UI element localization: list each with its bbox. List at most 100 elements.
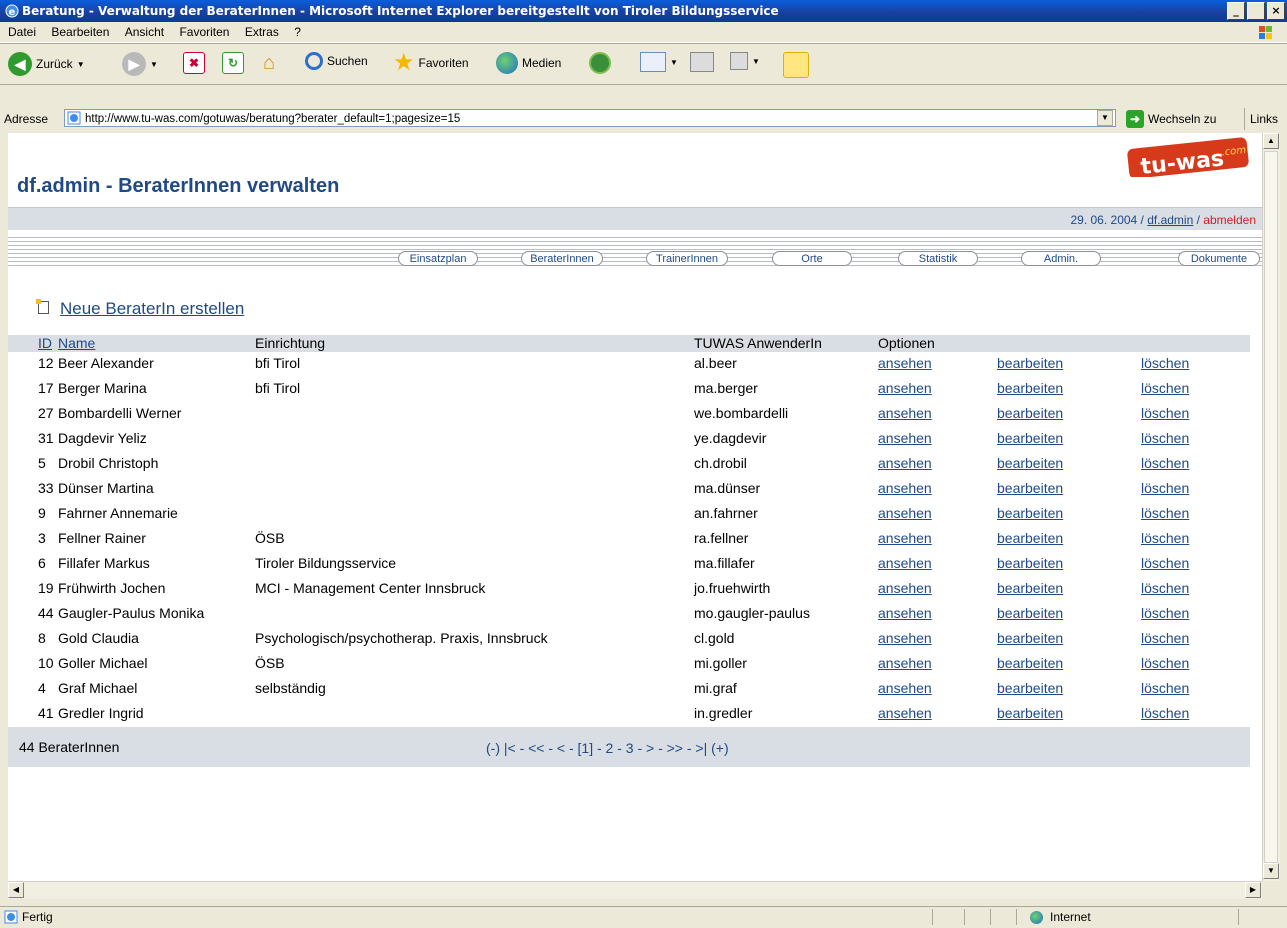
logout-link[interactable]: abmelden: [1203, 213, 1256, 227]
delete-link[interactable]: löschen: [1141, 705, 1189, 721]
new-berater-link[interactable]: Neue BeraterIn erstellen: [60, 299, 244, 319]
edit-link[interactable]: bearbeiten: [997, 705, 1063, 721]
view-link[interactable]: ansehen: [878, 630, 932, 646]
menu-favoriten[interactable]: Favoriten: [173, 22, 235, 42]
nav-dokumente[interactable]: Dokumente: [1178, 251, 1260, 266]
view-link[interactable]: ansehen: [878, 505, 932, 521]
view-link[interactable]: ansehen: [878, 655, 932, 671]
view-link[interactable]: ansehen: [878, 355, 932, 371]
cell-name: Dagdevir Yeliz: [58, 430, 147, 446]
edit-link[interactable]: bearbeiten: [997, 530, 1063, 546]
scroll-right-button[interactable]: ▶: [1245, 882, 1261, 898]
nav-orte[interactable]: Orte: [772, 251, 852, 266]
edit-link[interactable]: bearbeiten: [997, 480, 1063, 496]
sort-id-link[interactable]: ID: [38, 335, 52, 352]
delete-link-cell: löschen: [1141, 505, 1189, 522]
delete-link[interactable]: löschen: [1141, 580, 1189, 596]
delete-link[interactable]: löschen: [1141, 605, 1189, 621]
nav-statistik[interactable]: Statistik: [898, 251, 978, 266]
home-button[interactable]: ⌂: [257, 52, 281, 74]
menu-extras[interactable]: Extras: [239, 22, 285, 42]
edit-link[interactable]: bearbeiten: [997, 505, 1063, 521]
view-link[interactable]: ansehen: [878, 605, 932, 621]
delete-link[interactable]: löschen: [1141, 655, 1189, 671]
media-icon: [496, 52, 518, 74]
stop-button[interactable]: ✖: [183, 52, 205, 74]
view-link[interactable]: ansehen: [878, 555, 932, 571]
favorites-button[interactable]: ★ Favoriten: [393, 51, 469, 75]
view-link[interactable]: ansehen: [878, 455, 932, 471]
edit-button[interactable]: ▼: [730, 52, 760, 70]
delete-link[interactable]: löschen: [1141, 480, 1189, 496]
view-link[interactable]: ansehen: [878, 530, 932, 546]
edit-link[interactable]: bearbeiten: [997, 405, 1063, 421]
back-button[interactable]: ◀ Zurück ▼: [8, 52, 85, 76]
view-link[interactable]: ansehen: [878, 580, 932, 596]
cell-id: 31: [38, 430, 54, 446]
delete-link[interactable]: löschen: [1141, 530, 1189, 546]
go-button[interactable]: ➜ Wechseln zu: [1126, 108, 1216, 130]
delete-link[interactable]: löschen: [1141, 430, 1189, 446]
edit-link[interactable]: bearbeiten: [997, 580, 1063, 596]
edit-link[interactable]: bearbeiten: [997, 655, 1063, 671]
mail-button[interactable]: ▼: [640, 52, 678, 72]
scroll-thumb[interactable]: [1264, 151, 1278, 863]
pagination[interactable]: (-) |< - << - < - [1] - 2 - 3 - > - >> -…: [486, 740, 729, 756]
view-link[interactable]: ansehen: [878, 705, 932, 721]
edit-link[interactable]: bearbeiten: [997, 555, 1063, 571]
user-link[interactable]: df.admin: [1147, 213, 1193, 227]
menu-bearbeiten[interactable]: Bearbeiten: [45, 22, 115, 42]
close-button[interactable]: ×: [1267, 2, 1285, 20]
nav-einsatzplan[interactable]: Einsatzplan: [398, 251, 478, 266]
messenger-button[interactable]: [783, 52, 809, 78]
edit-link[interactable]: bearbeiten: [997, 380, 1063, 396]
delete-link[interactable]: löschen: [1141, 380, 1189, 396]
sort-name-link[interactable]: Name: [58, 335, 95, 352]
delete-link[interactable]: löschen: [1141, 405, 1189, 421]
vertical-scrollbar[interactable]: ▲ ▼: [1262, 133, 1280, 881]
scroll-left-button[interactable]: ◀: [8, 882, 24, 898]
search-button[interactable]: Suchen: [305, 52, 368, 70]
edit-link[interactable]: bearbeiten: [997, 455, 1063, 471]
print-button[interactable]: [690, 52, 714, 72]
edit-link[interactable]: bearbeiten: [997, 355, 1063, 371]
edit-link-cell: bearbeiten: [997, 555, 1063, 572]
nav-admin[interactable]: Admin.: [1021, 251, 1101, 266]
delete-link[interactable]: löschen: [1141, 455, 1189, 471]
edit-link[interactable]: bearbeiten: [997, 605, 1063, 621]
view-link[interactable]: ansehen: [878, 405, 932, 421]
edit-link[interactable]: bearbeiten: [997, 630, 1063, 646]
address-input[interactable]: http://www.tu-was.com/gotuwas/beratung?b…: [64, 109, 1116, 127]
delete-link[interactable]: löschen: [1141, 630, 1189, 646]
delete-link[interactable]: löschen: [1141, 680, 1189, 696]
menu-ansicht[interactable]: Ansicht: [119, 22, 170, 42]
nav-trainerinnen[interactable]: TrainerInnen: [646, 251, 728, 266]
cell-name: Gredler Ingrid: [58, 705, 144, 721]
media-button[interactable]: Medien: [496, 52, 561, 74]
scroll-down-button[interactable]: ▼: [1263, 863, 1279, 879]
horizontal-scrollbar[interactable]: ◀ ▶: [8, 881, 1262, 899]
refresh-button[interactable]: ↻: [222, 52, 244, 74]
forward-button[interactable]: ▶ ▼: [122, 52, 158, 76]
links-button[interactable]: Links: [1244, 108, 1278, 130]
scroll-up-button[interactable]: ▲: [1263, 133, 1279, 149]
delete-link[interactable]: löschen: [1141, 505, 1189, 521]
window-titlebar[interactable]: e Beratung - Verwaltung der BeraterInnen…: [0, 0, 1287, 22]
home-icon: ⌂: [262, 52, 276, 74]
edit-link[interactable]: bearbeiten: [997, 680, 1063, 696]
view-link[interactable]: ansehen: [878, 680, 932, 696]
view-link[interactable]: ansehen: [878, 430, 932, 446]
history-button[interactable]: [589, 52, 611, 74]
address-dropdown-button[interactable]: ▼: [1097, 110, 1113, 126]
standard-toolbar: ◀ Zurück ▼ ▶ ▼ ✖ ↻ ⌂ Suchen ★ Favoriten …: [0, 43, 1287, 85]
menu-datei[interactable]: Datei: [0, 22, 42, 42]
delete-link[interactable]: löschen: [1141, 555, 1189, 571]
nav-beraterinnen[interactable]: BeraterInnen: [521, 251, 603, 266]
menu-help[interactable]: ?: [288, 22, 307, 42]
view-link[interactable]: ansehen: [878, 480, 932, 496]
maximize-button[interactable]: [1247, 2, 1265, 20]
edit-link[interactable]: bearbeiten: [997, 430, 1063, 446]
minimize-button[interactable]: _: [1227, 2, 1245, 20]
view-link[interactable]: ansehen: [878, 380, 932, 396]
delete-link[interactable]: löschen: [1141, 355, 1189, 371]
